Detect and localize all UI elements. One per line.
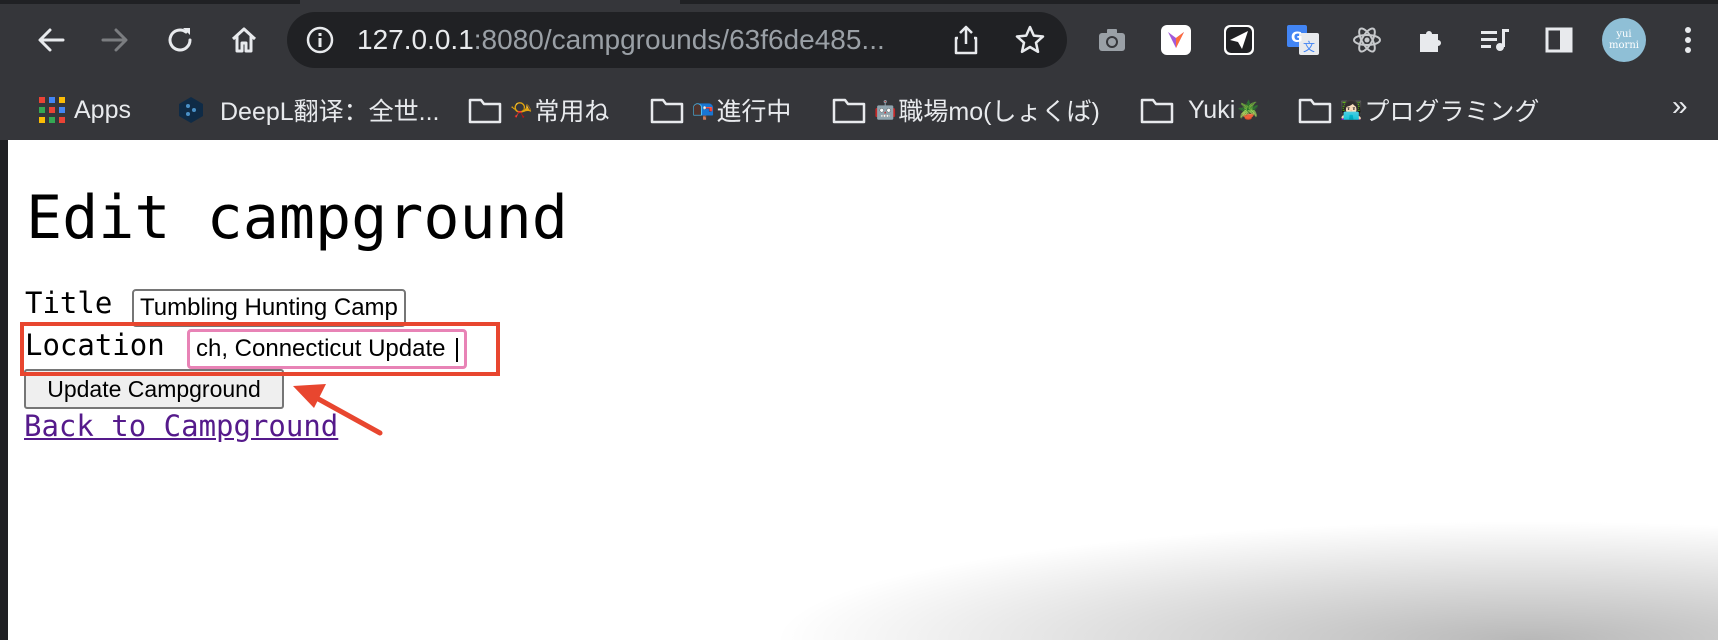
puzzle-icon[interactable] — [1413, 22, 1449, 58]
bookmark-label: 職場mo(しょくば) — [898, 98, 1100, 126]
camera-icon[interactable] — [1094, 22, 1130, 58]
arrow-left-icon — [38, 28, 65, 52]
folder-icon — [1298, 98, 1332, 124]
profile-avatar[interactable]: yui morni — [1602, 18, 1646, 62]
page-content: Edit campground Title Location Update Ca… — [8, 140, 1718, 640]
reading-list-icon[interactable] — [1477, 22, 1513, 58]
reload-icon — [168, 28, 192, 52]
svg-text:G: G — [1291, 30, 1303, 46]
folder-icon — [650, 98, 684, 124]
reload-button[interactable] — [156, 16, 204, 64]
bookmark-label: 進行中 — [716, 98, 792, 126]
url-text[interactable]: 127.0.0.1:8080/campgrounds/63f6de485... — [357, 24, 885, 56]
back-button[interactable] — [27, 16, 75, 64]
download-extension-icon[interactable] — [1158, 22, 1194, 58]
bookmark-label: 常用ね — [534, 98, 610, 126]
react-icon[interactable] — [1349, 22, 1385, 58]
bookmark-folder-プログラミング[interactable]: 👩🏻‍💻 プログラミング — [1298, 92, 1539, 128]
window-edge — [0, 140, 8, 640]
annotation-arrow-icon — [293, 384, 383, 436]
home-icon — [231, 27, 257, 53]
bookmark-folder-職場mo[interactable]: 🤖 職場mo(しょくば) — [832, 92, 1100, 128]
bookmark-deepl[interactable]: DeepL翻译：全世... — [176, 92, 440, 128]
bookmarks-bar: Apps DeepL翻译：全世... 📯 常用ね 📭 進行中 🤖 職場mo(しょ… — [0, 80, 1718, 140]
apps-grid-icon — [39, 97, 65, 123]
site-info-icon[interactable] — [305, 25, 335, 55]
bookmark-label: プログラミング — [1364, 98, 1540, 126]
side-panel-icon[interactable] — [1541, 22, 1577, 58]
more-bookmarks-button[interactable]: » — [1672, 90, 1688, 122]
url-path: :8080/campgrounds/63f6de485... — [473, 24, 885, 55]
url-host: 127.0.0.1 — [357, 24, 474, 55]
bookmark-label: Yuki — [1188, 95, 1236, 124]
folder-icon — [832, 98, 866, 124]
share-icon[interactable] — [949, 23, 983, 57]
browser-chrome: 127.0.0.1:8080/campgrounds/63f6de485... … — [0, 0, 1718, 140]
bookmark-folder-常用ね[interactable]: 📯 常用ね — [468, 92, 609, 128]
home-button[interactable] — [220, 16, 268, 64]
send-icon[interactable] — [1221, 22, 1257, 58]
bookmark-apps[interactable]: Apps — [38, 92, 131, 128]
bookmark-emoji: 📯 — [510, 99, 533, 120]
deepl-icon — [179, 97, 203, 123]
bookmark-emoji: 👩🏻‍💻 — [1340, 99, 1363, 120]
translate-icon[interactable]: G文 — [1285, 22, 1321, 58]
svg-text:文: 文 — [1303, 39, 1315, 54]
bookmark-star-icon[interactable] — [1013, 23, 1047, 57]
avatar-text: yui morni — [1609, 29, 1639, 51]
bookmark-folder-yuki[interactable]: Yuki 🪴 — [1140, 92, 1260, 128]
window-shadow — [768, 520, 1718, 640]
bookmark-folder-進行中[interactable]: 📭 進行中 — [650, 92, 791, 128]
bookmark-label: Apps — [74, 95, 131, 124]
arrow-right-icon — [101, 28, 128, 52]
forward-button[interactable] — [91, 16, 139, 64]
bookmark-emoji: 🤖 — [874, 99, 897, 120]
menu-kebab-icon[interactable] — [1670, 22, 1706, 58]
bookmark-emoji: 📭 — [692, 99, 715, 120]
address-bar[interactable]: 127.0.0.1:8080/campgrounds/63f6de485... — [287, 12, 1067, 68]
folder-icon — [468, 98, 502, 124]
browser-toolbar: 127.0.0.1:8080/campgrounds/63f6de485... … — [0, 0, 1718, 80]
bookmark-label: DeepL翻译：全世... — [220, 98, 440, 126]
bookmark-emoji: 🪴 — [1237, 99, 1260, 120]
folder-icon — [1140, 98, 1174, 124]
